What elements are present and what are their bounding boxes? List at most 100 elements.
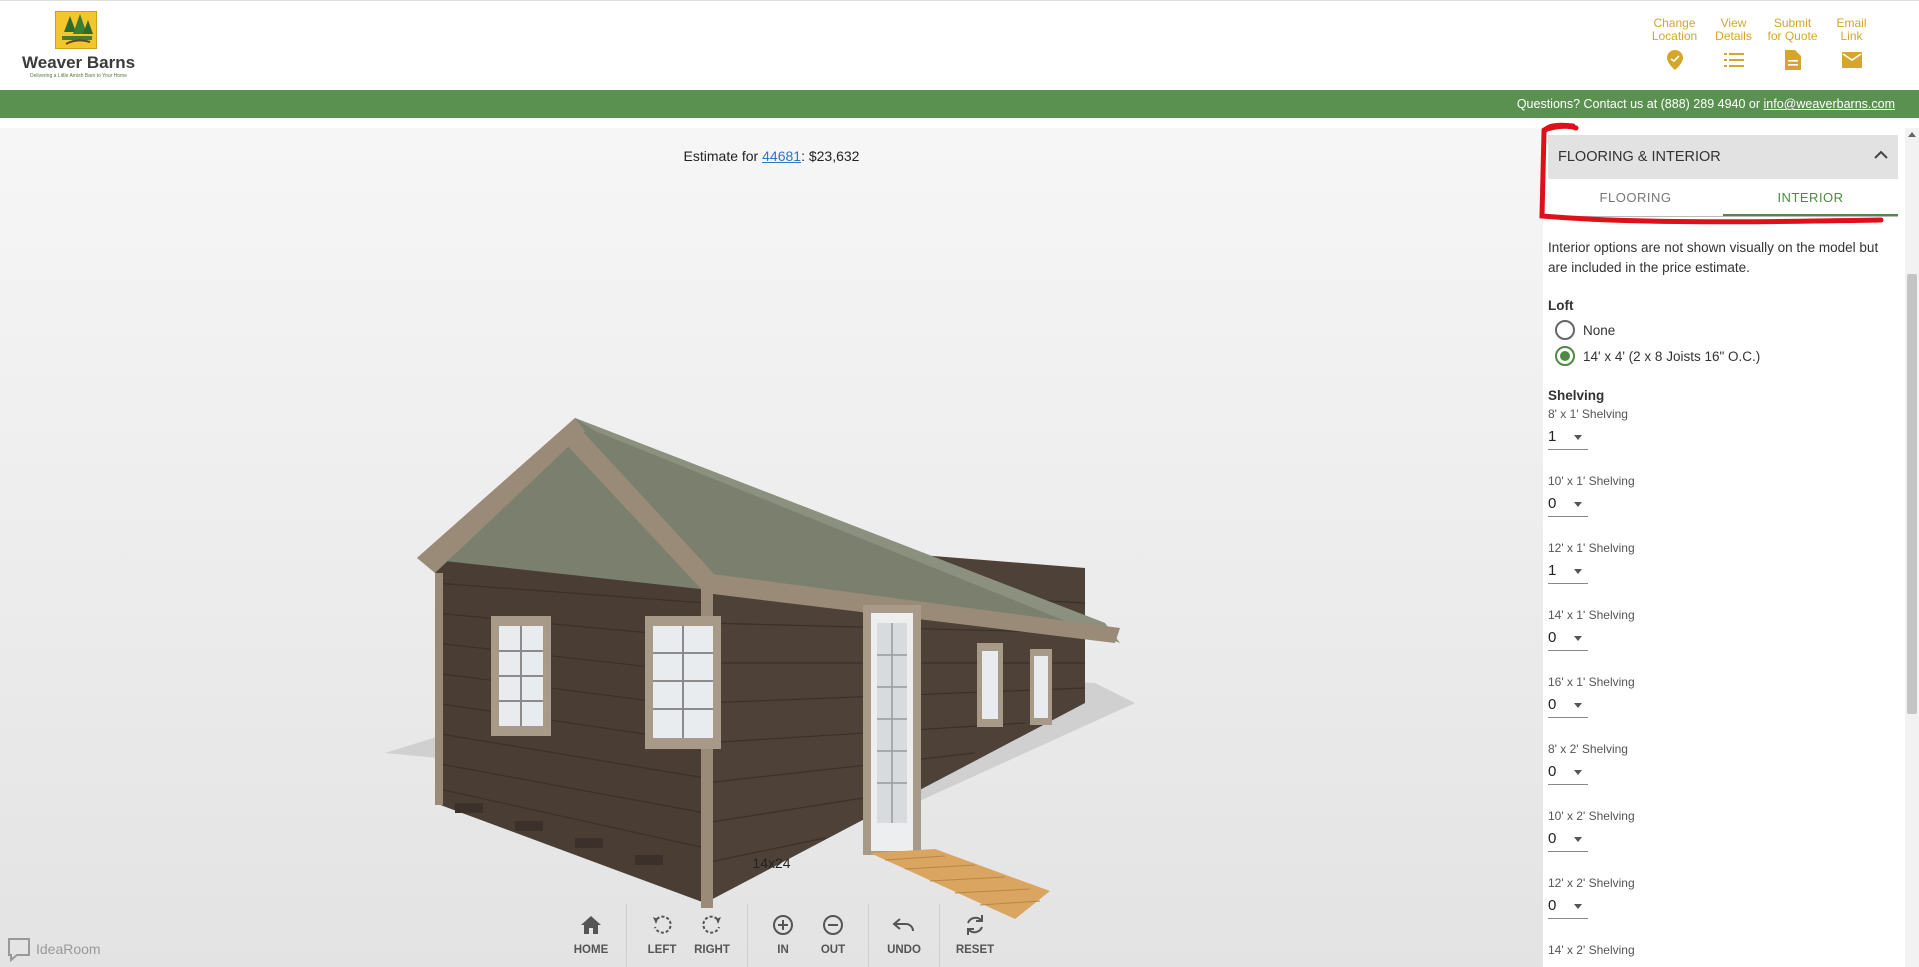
shelving-title: Shelving (1548, 388, 1605, 403)
right-label: RIGHT (694, 944, 730, 956)
building-size-label: 14x24 (752, 855, 791, 871)
dropdown-arrow-icon (1574, 904, 1582, 909)
rotate-left-button[interactable]: LEFT (637, 904, 687, 967)
shelving-quantity-select[interactable]: 0 (1548, 625, 1588, 651)
zip-code-link[interactable]: 44681 (762, 148, 801, 164)
shelving-label: 16' x 1' Shelving (1548, 675, 1635, 689)
options-panel: FLOORING & INTERIOR FLOORING INTERIOR In… (1543, 128, 1919, 967)
header: Weaver Barns Delivering a Little Amish B… (0, 0, 1919, 90)
toolbar-group-rotate: LEFT RIGHT (626, 904, 747, 967)
shelving-quantity-select[interactable]: 0 (1548, 491, 1588, 517)
panel-scrollbar[interactable] (1905, 128, 1919, 967)
brand-tagline: Delivering a Little Amish Barn to Your H… (30, 73, 127, 79)
shelving-quantity-select[interactable]: 0 (1548, 826, 1588, 852)
home-label: HOME (573, 944, 609, 956)
left-label: LEFT (647, 944, 677, 956)
rotate-right-button[interactable]: RIGHT (687, 904, 737, 967)
section-title: FLOORING & INTERIOR (1558, 149, 1721, 165)
shelving-label: 14' x 1' Shelving (1548, 608, 1635, 622)
out-label: OUT (820, 944, 846, 956)
email-link-button[interactable]: Email Link (1822, 17, 1881, 71)
dropdown-arrow-icon (1574, 703, 1582, 708)
dropdown-arrow-icon (1574, 636, 1582, 641)
zoom-out-button[interactable]: OUT (808, 904, 858, 967)
chevron-up-icon[interactable] (1874, 148, 1888, 164)
undo-icon (891, 912, 917, 938)
email-link-label: Email Link (1836, 16, 1867, 43)
camera-toolbar: HOME LEFT RIGHT IN OUT UNDO RESET (556, 904, 1010, 967)
shelving-quantity-select[interactable]: 0 (1548, 759, 1588, 785)
reset-button[interactable]: RESET (950, 904, 1000, 967)
list-icon (1723, 49, 1745, 71)
tab-interior[interactable]: INTERIOR (1723, 179, 1898, 216)
tab-flooring[interactable]: FLOORING (1548, 179, 1723, 216)
dropdown-arrow-icon (1574, 502, 1582, 507)
submit-for-quote-label: Submit for Quote (1767, 16, 1818, 43)
loft-option-label: None (1583, 322, 1616, 338)
weaver-barns-logo[interactable]: Weaver Barns Delivering a Little Amish B… (22, 11, 142, 81)
rotate-left-icon (649, 912, 675, 938)
change-location-button[interactable]: Change Location (1645, 17, 1704, 71)
radio-selected-icon (1555, 346, 1575, 366)
loft-title: Loft (1548, 298, 1574, 313)
home-button[interactable]: HOME (566, 904, 616, 967)
loft-option-14x4[interactable]: 14' x 4' (2 x 8 Joists 16" O.C.) (1555, 346, 1760, 366)
dropdown-arrow-icon (1574, 837, 1582, 842)
shelving-quantity-select[interactable]: 0 (1548, 893, 1588, 919)
contact-email-link[interactable]: info@weaverbarns.com (1764, 97, 1896, 111)
shelving-label: 10' x 2' Shelving (1548, 809, 1635, 823)
shelving-label: 8' x 2' Shelving (1548, 742, 1628, 756)
scrollbar-thumb[interactable] (1907, 274, 1917, 714)
reset-label: RESET (955, 944, 995, 956)
reset-icon (962, 912, 988, 938)
undo-button[interactable]: UNDO (879, 904, 929, 967)
document-icon (1782, 49, 1804, 71)
header-actions: Change Location View Details Submit for Quo… (1645, 17, 1881, 71)
scroll-up-arrow-icon[interactable] (1908, 132, 1916, 137)
dropdown-arrow-icon (1574, 435, 1582, 440)
toolbar-group-zoom: IN OUT (747, 904, 868, 967)
view-details-button[interactable]: View Details (1704, 17, 1763, 71)
radio-unselected-icon (1555, 320, 1575, 340)
home-icon (578, 912, 604, 938)
idearoom-logo-icon (6, 936, 32, 963)
zoom-in-icon (770, 912, 796, 938)
logo-tree-icon (55, 11, 97, 49)
dropdown-arrow-icon (1574, 770, 1582, 775)
shelving-label: 14' x 2' Shelving (1548, 943, 1635, 957)
shelving-quantity-select[interactable]: 1 (1548, 558, 1588, 584)
shelving-quantity-select[interactable]: 1 (1548, 424, 1588, 450)
loft-option-none[interactable]: None (1555, 320, 1615, 340)
in-label: IN (777, 944, 789, 956)
zoom-out-icon (820, 912, 846, 938)
shelving-label: 12' x 2' Shelving (1548, 876, 1635, 890)
undo-label: UNDO (887, 944, 921, 956)
flooring-interior-section-header[interactable]: FLOORING & INTERIOR (1548, 135, 1898, 179)
dropdown-arrow-icon (1574, 569, 1582, 574)
loft-option-label: 14' x 4' (2 x 8 Joists 16" O.C.) (1583, 348, 1761, 364)
model-viewer[interactable]: Estimate for 44681: $23,632 14x24 HOME L… (0, 128, 1543, 967)
location-pin-icon (1664, 49, 1686, 71)
toolbar-group-home: HOME (556, 904, 626, 967)
section-tabs: FLOORING INTERIOR (1548, 179, 1898, 217)
envelope-icon (1841, 49, 1863, 71)
interior-note: Interior options are not shown visually … (1548, 240, 1879, 275)
toolbar-group-undo: UNDO (868, 904, 939, 967)
view-details-label: View Details (1715, 16, 1752, 43)
shelving-label: 8' x 1' Shelving (1548, 407, 1628, 421)
toolbar-group-reset: RESET (939, 904, 1010, 967)
submit-for-quote-button[interactable]: Submit for Quote (1763, 17, 1822, 71)
zoom-in-button[interactable]: IN (758, 904, 808, 967)
shelving-quantity-select[interactable]: 0 (1548, 692, 1588, 718)
shelving-label: 10' x 1' Shelving (1548, 474, 1635, 488)
idearoom-label: IdeaRoom (36, 941, 101, 957)
price-estimate: Estimate for 44681: $23,632 (683, 148, 860, 164)
shelving-label: 12' x 1' Shelving (1548, 541, 1635, 555)
barn-3d-model[interactable] (375, 283, 1155, 943)
contact-bar: Questions? Contact us at (888) 289 4940 … (0, 90, 1919, 118)
idearoom-badge[interactable]: IdeaRoom (6, 936, 101, 963)
brand-name: Weaver Barns (22, 53, 136, 72)
change-location-label: Change Location (1651, 16, 1698, 43)
contact-text: Questions? Contact us at (888) 289 4940 … (1516, 97, 1764, 111)
rotate-right-icon (699, 912, 725, 938)
